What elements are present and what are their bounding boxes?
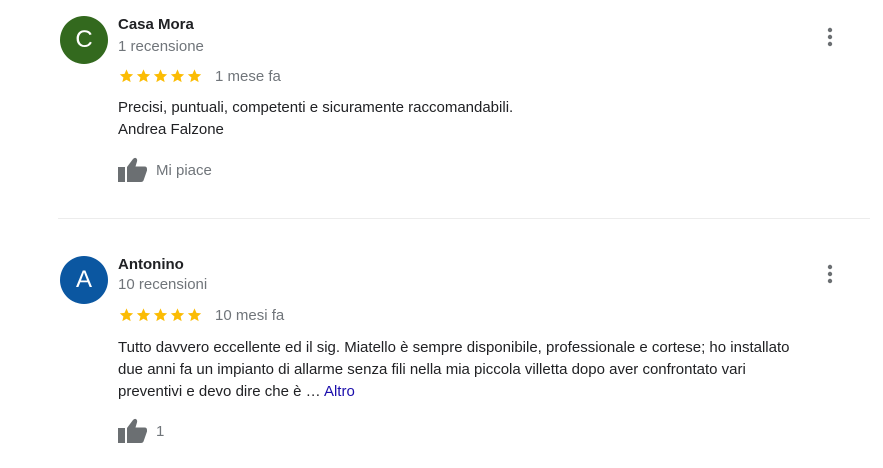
star-icon	[119, 69, 134, 83]
like-count: 1	[156, 422, 165, 440]
avatar[interactable]: C	[60, 16, 108, 64]
star-icon	[153, 308, 168, 322]
review-text-truncated: preventivi e devo dire che è …	[118, 383, 321, 400]
star-icon	[136, 308, 151, 322]
thumbs-up-icon	[118, 418, 147, 443]
star-icon	[170, 69, 185, 83]
star-icon	[136, 69, 151, 83]
star-icon	[153, 69, 168, 83]
review-text-line-last: preventivi e devo dire che è … Altro	[118, 381, 868, 403]
review-text-line: Precisi, puntuali, competenti e sicurame…	[118, 99, 514, 116]
reviewer-review-count: 10 recensioni	[118, 276, 208, 293]
like-button[interactable]: 1	[118, 418, 164, 444]
thumbs-up-icon	[118, 157, 147, 182]
star-icon	[119, 308, 134, 322]
more-vert-icon[interactable]	[820, 26, 840, 48]
avatar[interactable]: A	[60, 256, 108, 304]
more-vert-icon[interactable]	[820, 263, 840, 285]
review-text-line: Andrea Falzone	[118, 121, 224, 138]
read-more-link[interactable]: Altro	[324, 383, 355, 400]
star-icon	[187, 308, 202, 322]
reviewer-name[interactable]: Antonino	[118, 256, 184, 273]
reviewer-review-count: 1 recensione	[118, 38, 204, 55]
star-rating	[118, 68, 203, 84]
review-date: 1 mese fa	[215, 68, 281, 85]
star-rating	[118, 307, 203, 323]
review-text: Tutto davvero eccellente ed il sig. Miat…	[118, 337, 868, 403]
review-text-line: Tutto davvero eccellente ed il sig. Miat…	[118, 339, 790, 356]
star-icon	[187, 69, 202, 83]
review-divider	[58, 218, 870, 219]
review-text-line: due anni fa un impianto di allarme senza…	[118, 361, 746, 378]
star-icon	[170, 308, 185, 322]
like-label: Mi piace	[156, 161, 212, 179]
review-text: Precisi, puntuali, competenti e sicurame…	[118, 97, 868, 141]
like-button[interactable]: Mi piace	[118, 157, 212, 183]
review-date: 10 mesi fa	[215, 307, 285, 324]
reviewer-name[interactable]: Casa Mora	[118, 16, 194, 33]
